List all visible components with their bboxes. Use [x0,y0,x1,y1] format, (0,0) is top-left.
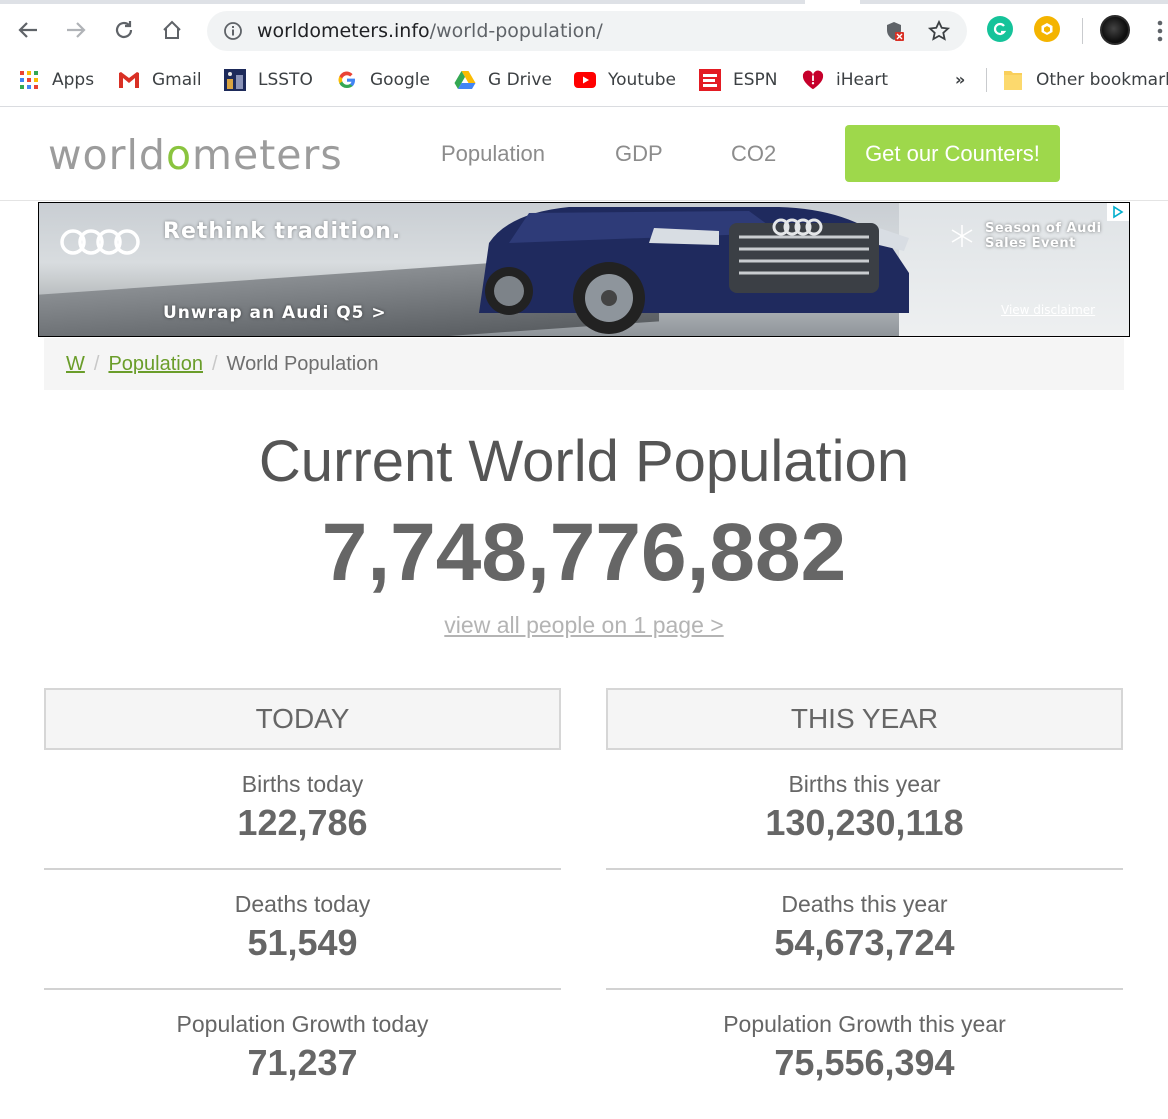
bookmark-iheart[interactable]: iHeart [802,66,888,94]
apps-grid-icon [18,69,40,91]
page-title: Current World Population [258,429,910,494]
stat-label: Births this year [788,771,941,797]
view-all-link-text[interactable]: view all people on 1 page > [444,612,723,638]
home-button[interactable] [156,14,188,46]
bookmark-label: Apps [52,70,95,90]
lssto-icon [224,69,246,91]
site-header: worldometers Population GDP CO2 Get our … [0,107,1168,201]
stat-births-this-year: Births this year 130,230,118 [606,750,1123,870]
browser-toolbar: worldometers.info/world-population/ [0,0,1168,62]
get-counters-button[interactable]: Get our Counters! [845,125,1060,182]
url-text: worldometers.info/world-population/ [257,20,603,42]
bookmark-label: Other bookmarks [1036,70,1168,90]
breadcrumb-separator: / [93,352,100,375]
bookmark-gdrive[interactable]: G Drive [454,66,552,94]
stat-births-today: Births today 122,786 [44,750,561,870]
adchoices-icon[interactable] [1107,203,1129,221]
stat-deaths-this-year: Deaths this year 54,673,724 [606,870,1123,990]
nav-population[interactable]: Population [441,141,545,167]
reload-icon [115,21,133,39]
today-header: TODAY [44,688,561,750]
back-button[interactable] [12,14,44,46]
nav-co2[interactable]: CO2 [731,141,776,167]
profile-avatar[interactable] [1100,15,1130,45]
stat-value: 71,237 [247,1042,358,1083]
shield-blocked-icon[interactable] [883,20,905,42]
audi-car-image [479,207,909,334]
snowflake-icon [951,225,973,247]
url-host: worldometers.info [257,20,430,42]
forward-arrow-icon [67,22,86,38]
bookmark-label: LSSTO [258,70,313,90]
gmail-icon [118,69,140,91]
tab-strip [0,0,1168,4]
nav-gdp[interactable]: GDP [615,141,663,167]
bookmark-label: Youtube [608,70,676,90]
stat-label: Births today [241,771,364,797]
stat-value: 75,556,394 [774,1042,955,1083]
breadcrumb-home-link[interactable]: W [66,353,85,376]
worldometers-logo[interactable]: worldometers [48,131,343,179]
bookmark-label: G Drive [488,70,552,90]
ad-headline: Rethink tradition. [163,219,402,244]
reload-button[interactable] [108,14,140,46]
bookmark-other[interactable]: Other bookmarks [1002,66,1168,94]
bookmark-apps[interactable]: Apps [18,66,94,94]
stat-label: Population Growth this year [723,1011,1006,1037]
ad-event-text: Season of Audi Sales Event [985,221,1102,251]
bookmark-label: Google [370,70,430,90]
this-year-column: THIS YEAR Births this year 130,230,118 D… [606,688,1123,1110]
world-population-counter: 7,748,776,882 [321,507,847,598]
breadcrumb-separator: / [211,352,218,375]
stat-value: 130,230,118 [765,802,964,843]
audi-rings-logo [60,229,140,255]
ad-event-line1: Season of Audi [985,221,1102,236]
espn-icon [699,69,721,91]
ad-event-line2: Sales Event [985,236,1076,251]
bookmark-label: ESPN [733,70,778,90]
iheart-icon [802,69,824,91]
bookmark-gmail[interactable]: Gmail [118,66,202,94]
bookmark-label: iHeart [836,70,889,90]
youtube-icon [574,69,596,91]
bookmark-espn[interactable]: ESPN [699,66,778,94]
chrome-menu-icon[interactable] [1152,18,1168,44]
stat-label: Population Growth today [176,1011,429,1037]
view-all-people-link[interactable]: view all people on 1 page > [0,612,1168,639]
breadcrumb-population-link[interactable]: Population [108,353,203,376]
bookmarks-bar: Apps Gmail LSSTO Google G Drive Youtube [0,62,1168,98]
ad-disclaimer-link[interactable]: View disclaimer [1001,303,1095,317]
stat-growth-today: Population Growth today 71,237 [44,990,561,1110]
today-column: TODAY Births today 122,786 Deaths today … [44,688,561,1110]
bookmark-google[interactable]: Google [336,66,430,94]
stat-value: 122,786 [237,802,368,843]
this-year-header: THIS YEAR [606,688,1123,750]
more-bookmarks-button[interactable]: » [955,70,965,89]
bookmark-lssto[interactable]: LSSTO [224,66,313,94]
url-path: /world-population/ [429,20,603,42]
stat-label: Deaths this year [781,891,948,917]
site-info-icon[interactable] [223,21,243,41]
grammarly-icon[interactable] [987,16,1013,42]
stat-label: Deaths today [234,891,371,917]
audi-ad-banner[interactable]: Rethink tradition. Unwrap an Audi Q5 > S… [38,202,1130,337]
stat-value: 54,673,724 [774,922,955,963]
forward-button[interactable] [60,14,92,46]
bookmark-label: Gmail [152,70,202,90]
honey-extension-icon[interactable] [1034,16,1060,42]
bookmark-youtube[interactable]: Youtube [574,66,676,94]
google-drive-icon [454,69,476,91]
breadcrumb-current: World Population [226,352,379,375]
bookmark-star-icon[interactable] [927,19,951,43]
google-icon [336,69,358,91]
home-icon [163,20,181,39]
breadcrumb: W / Population / World Population [44,338,1124,390]
address-bar[interactable]: worldometers.info/world-population/ [207,11,967,51]
stat-value: 51,549 [247,922,358,963]
stat-growth-this-year: Population Growth this year 75,556,394 [606,990,1123,1110]
folder-icon [1002,69,1024,91]
back-arrow-icon [18,22,37,38]
ad-cta-link[interactable]: Unwrap an Audi Q5 > [163,303,387,323]
stat-deaths-today: Deaths today 51,549 [44,870,561,990]
